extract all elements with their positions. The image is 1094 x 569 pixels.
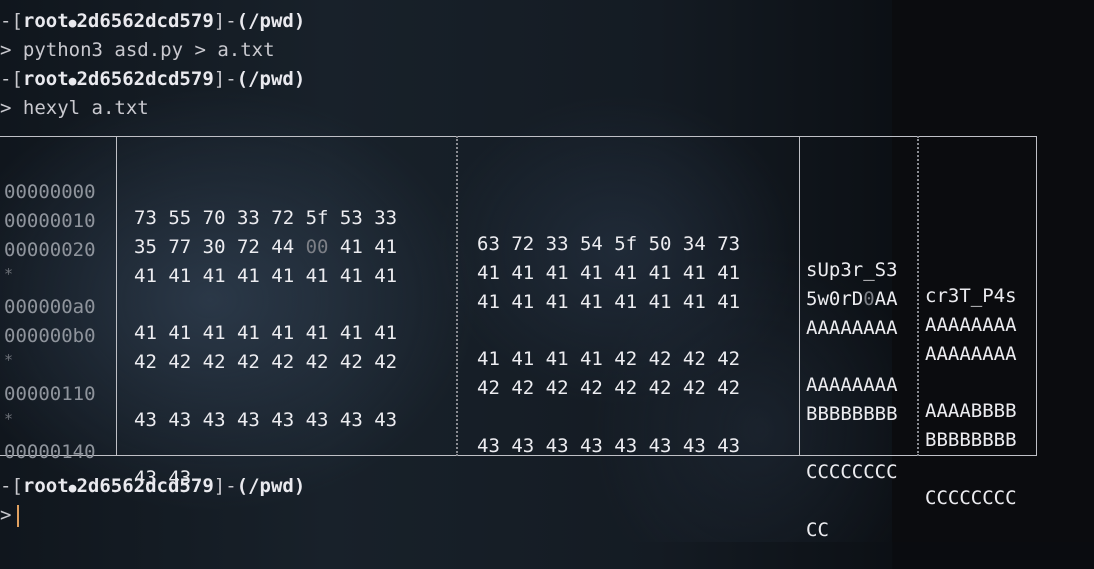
ascii-left: AAAAAAAA	[806, 374, 898, 396]
hex-row: 00000020 41 41 41 41 41 41 41 41 41 41 4…	[0, 211, 1017, 365]
prompt-line-1: -[root●2d6562dcd579]-(/pwd)	[0, 10, 306, 32]
ascii-left: BBBBBBBB	[806, 403, 898, 425]
ascii-half-separator	[917, 136, 919, 456]
hex-bytes-right: 43 43 43 43 43 43 43 43	[477, 435, 741, 457]
input-line[interactable]: >	[0, 502, 20, 528]
hex-row-squeeze: *	[0, 380, 23, 428]
hex-bytes-left: 41 41 41 41 41 41 41 41	[134, 265, 398, 287]
ascii-left: CC	[806, 519, 829, 541]
ascii-left: CCCCCCCC	[806, 461, 898, 483]
hex-bytes-left: 35 77 30 72 44 00 41 41	[134, 236, 398, 258]
ascii-right: AAAAAAAA	[925, 343, 1017, 365]
hex-bytes-right: 41 41 41 41 42 42 42 42	[477, 348, 741, 370]
prompt-line-2: -[root●2d6562dcd579]-(/pwd)	[0, 68, 306, 90]
ascii-right: CCCCCCCC	[925, 487, 1017, 509]
command-line-1: > python3 asd.py > a.txt	[0, 39, 275, 61]
text-cursor	[17, 504, 20, 527]
ascii-right: AAAAAAAA	[925, 314, 1017, 336]
prompt-line-3: -[root●2d6562dcd579]-(/pwd)	[0, 475, 306, 497]
hex-bytes-right: 63 72 33 54 5f 50 34 73	[477, 233, 741, 255]
hex-bytes-left: 73 55 70 33 72 5f 53 33	[134, 207, 398, 229]
hex-row: 00000140 43 43 CC	[0, 413, 829, 541]
hex-bytes-right: 42 42 42 42 42 42 42 42	[477, 377, 741, 399]
hex-row-squeeze: *	[0, 321, 23, 369]
row-offset: 00000140	[4, 441, 96, 463]
hex-row: 00000110 43 43 43 43 43 43 43 43 43 43 4…	[0, 355, 1017, 509]
hex-bytes-right: 41 41 41 41 41 41 41 41	[477, 262, 741, 284]
hex-bytes-left: 42 42 42 42 42 42 42 42	[134, 351, 398, 373]
hex-row-squeeze: *	[0, 235, 23, 283]
ascii-separator	[799, 136, 800, 456]
hex-half-separator	[456, 136, 458, 456]
hex-row: 000000b0 42 42 42 42 42 42 42 42 42 42 4…	[0, 297, 1017, 451]
ascii-left: 5w0rD0AA	[806, 288, 898, 310]
hex-row: 000000a0 41 41 41 41 41 41 41 41 41 41 4…	[0, 268, 1017, 422]
ascii-right: cr3T_P4s	[925, 285, 1017, 307]
hex-bytes-left: 43 43 43 43 43 43 43 43	[134, 409, 398, 431]
ascii-right: AAAABBBB	[925, 400, 1017, 422]
hex-bytes-right: 41 41 41 41 41 41 41 41	[477, 291, 741, 313]
hex-row: 00000000 73 55 70 33 72 5f 53 33 63 72 3…	[0, 153, 1017, 307]
hex-row: 00000010 35 77 30 72 44 00 41 41 41 41 4…	[0, 182, 1017, 336]
ascii-left: sUp3r_S3	[806, 259, 898, 281]
offset-separator	[116, 136, 117, 456]
command-line-2: > hexyl a.txt	[0, 97, 149, 119]
ascii-right: BBBBBBBB	[925, 429, 1017, 451]
hex-bytes-left: 41 41 41 41 41 41 41 41	[134, 322, 398, 344]
ascii-left: AAAAAAAA	[806, 317, 898, 339]
